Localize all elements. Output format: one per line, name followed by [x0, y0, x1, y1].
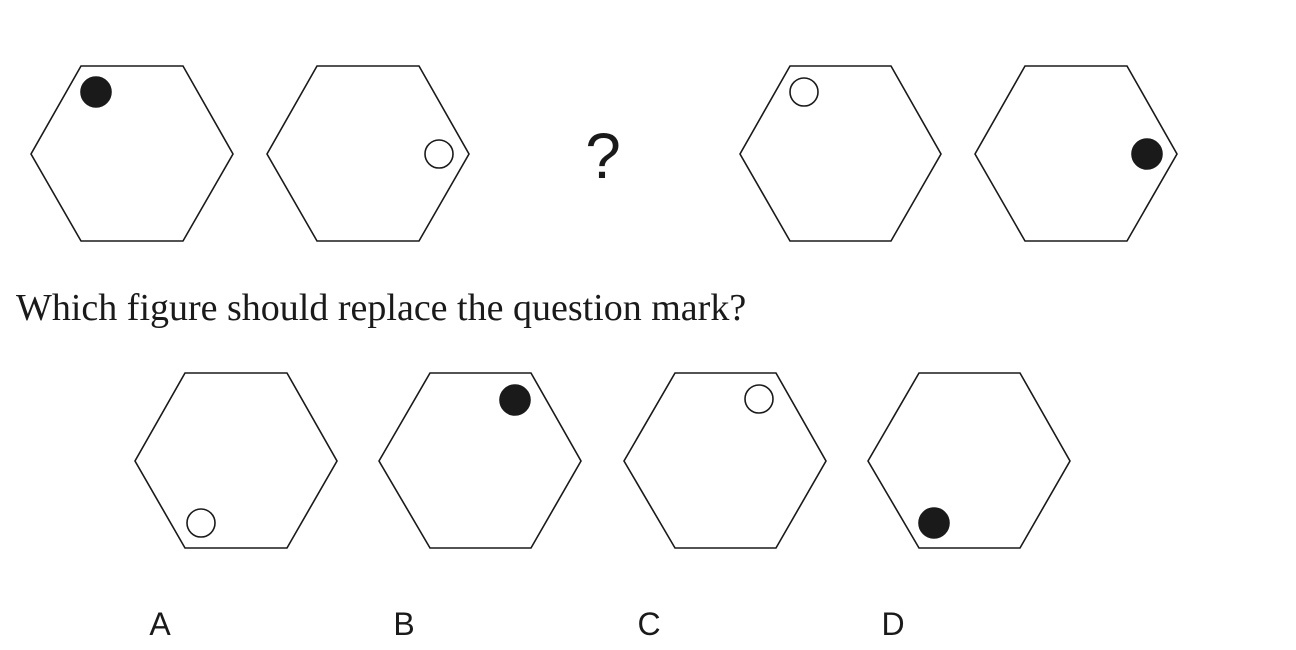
option-a-hit-area[interactable]	[130, 368, 342, 644]
option-b-hit-area[interactable]	[374, 368, 586, 644]
hexagon-outline	[739, 65, 942, 242]
sequence-figure-4	[974, 65, 1178, 242]
sequence-figure-2	[266, 65, 470, 242]
hexagon-outline	[30, 65, 234, 242]
question-prompt: Which figure should replace the question…	[16, 287, 746, 329]
option-d[interactable]: D	[863, 368, 1075, 644]
option-c[interactable]: C	[619, 368, 831, 644]
option-c-hit-area[interactable]	[619, 368, 831, 644]
sequence-figure-1	[30, 65, 234, 242]
option-b[interactable]: B	[374, 368, 586, 644]
puzzle-canvas: ? Which figure should replace the questi…	[16, 65, 1178, 644]
filled-dot	[80, 76, 112, 108]
filled-dot	[1131, 138, 1163, 170]
hollow-dot	[424, 139, 454, 169]
option-a[interactable]: A	[130, 368, 342, 644]
hollow-dot	[789, 77, 819, 107]
question-mark-placeholder: ?	[585, 120, 621, 192]
option-d-hit-area[interactable]	[863, 368, 1075, 644]
sequence-figure-3	[739, 65, 942, 242]
